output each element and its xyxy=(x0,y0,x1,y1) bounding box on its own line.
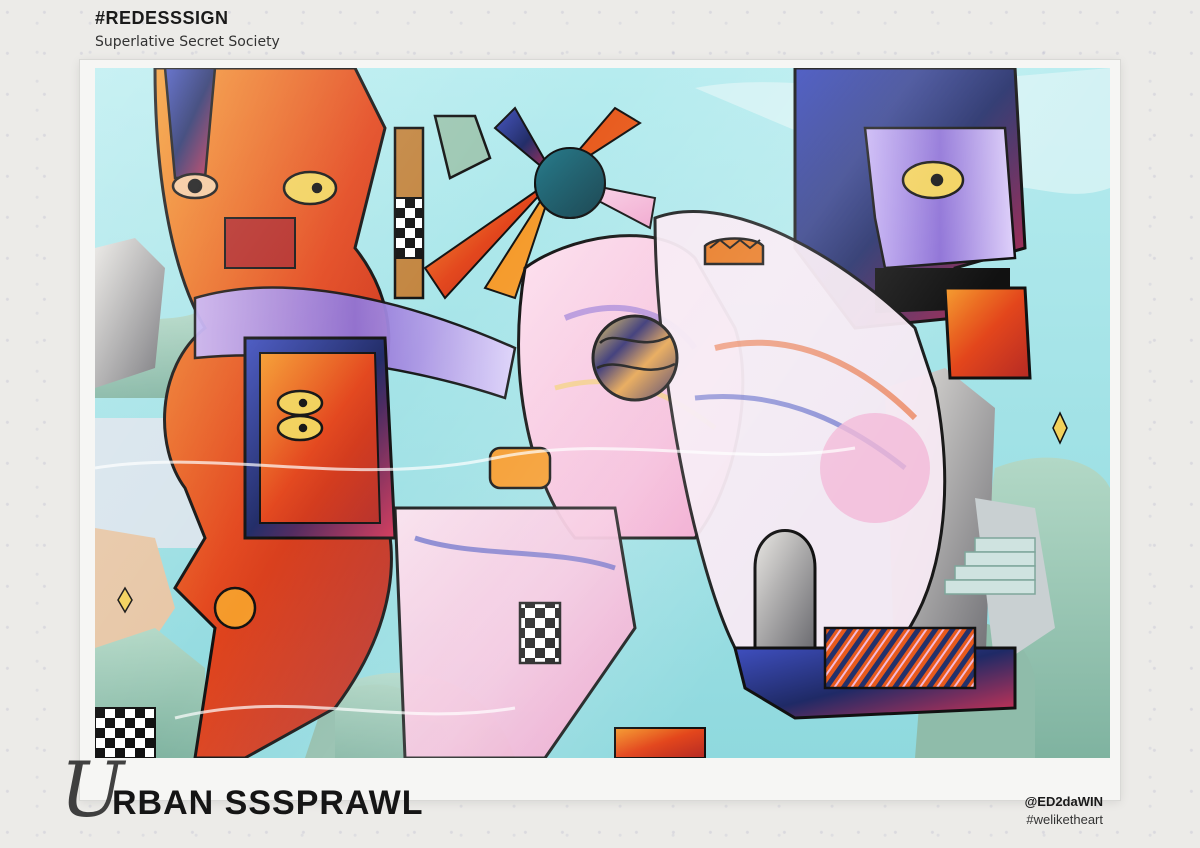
brand-subtitle: Superlative Secret Society xyxy=(95,34,280,50)
artist-handle: @ED2daWIN xyxy=(1024,794,1103,809)
footer-hashtag: #weliketheart xyxy=(1026,812,1103,827)
brand-hashtag: #REDESSSIGN xyxy=(95,8,229,28)
artwork-title: U RBAN SSSPRAWL xyxy=(60,752,480,832)
artwork-illustration xyxy=(95,68,1110,758)
artwork-image xyxy=(95,68,1110,758)
title-text: RBAN SSSPRAWL xyxy=(112,784,424,822)
